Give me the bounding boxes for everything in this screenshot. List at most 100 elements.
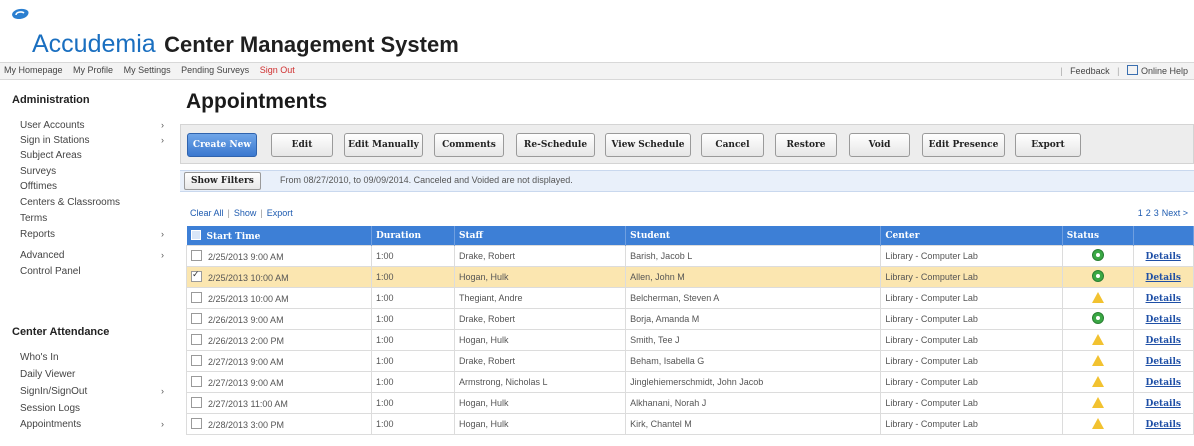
edit-presence-button[interactable]: Edit Presence xyxy=(922,133,1005,157)
cell-start-time: 2/27/2013 9:00 AM xyxy=(186,371,372,393)
sidebar-item-terms[interactable]: Terms xyxy=(20,213,170,224)
row-checkbox[interactable] xyxy=(191,355,202,366)
select-all-checkbox[interactable] xyxy=(190,229,201,240)
cell-student: Beham, Isabella G xyxy=(625,350,882,372)
col-staff[interactable]: Staff xyxy=(454,226,627,246)
row-checkbox[interactable] xyxy=(191,334,202,345)
row-checkbox[interactable] xyxy=(191,250,202,261)
nav-sign-out[interactable]: Sign Out xyxy=(260,65,295,75)
details-link[interactable]: Details xyxy=(1146,273,1181,283)
details-link[interactable]: Details xyxy=(1146,420,1181,430)
help-book-icon[interactable] xyxy=(1126,65,1138,75)
details-link[interactable]: Details xyxy=(1146,378,1181,388)
start-time-text: 2/28/2013 3:00 PM xyxy=(208,420,285,430)
table-row[interactable]: 2/27/2013 11:00 AM 1:00 Hogan, Hulk Alkhana… xyxy=(186,392,1194,414)
row-checkbox[interactable] xyxy=(191,313,202,324)
chevron-right-icon: › xyxy=(161,120,164,130)
sidebar-item-subject-areas[interactable]: Subject Areas xyxy=(20,150,170,161)
sidebar-item-control-panel[interactable]: Control Panel xyxy=(20,266,170,277)
col-start-time[interactable]: Start Time xyxy=(186,226,372,246)
table-row[interactable]: 2/25/2013 10:00 AM 1:00Hogan, HulkAllen, … xyxy=(186,266,1194,288)
sidebar-item-advanced[interactable]: Advanced › xyxy=(20,250,170,261)
cell-staff: Drake, Robert xyxy=(454,350,627,372)
sidebar-item-centers-classrooms[interactable]: Centers & Classrooms xyxy=(20,197,170,208)
col-duration[interactable]: Duration xyxy=(371,226,456,246)
page-3-link[interactable]: 3 xyxy=(1154,208,1159,218)
cell-student: Borja, Amanda M xyxy=(625,308,882,330)
details-link[interactable]: Details xyxy=(1146,336,1181,346)
edit-manually-button[interactable]: Edit Manually xyxy=(344,133,423,157)
cell-details: Details xyxy=(1132,308,1194,330)
nav-separator: | xyxy=(1060,66,1063,76)
details-link[interactable]: Details xyxy=(1146,252,1181,262)
export-link[interactable]: Export xyxy=(267,208,293,218)
sidebar-item-appointments[interactable]: Appointments › xyxy=(20,419,170,430)
row-checkbox[interactable] xyxy=(191,292,202,303)
cell-duration: 1:00 xyxy=(370,308,456,330)
sidebar-item-offtimes[interactable]: Offtimes xyxy=(20,181,170,192)
table-row[interactable]: 2/25/2013 9:00 AM 1:00 Drake, Robert Barish… xyxy=(186,245,1194,267)
page-2-link[interactable]: 2 xyxy=(1146,208,1151,218)
feedback-link[interactable]: Feedback xyxy=(1070,66,1110,76)
nav-my-profile[interactable]: My Profile xyxy=(73,65,113,75)
details-link[interactable]: Details xyxy=(1146,294,1181,304)
cell-center: Library - Computer Lab xyxy=(880,287,1063,309)
show-filters-button[interactable]: Show Filters xyxy=(184,172,261,190)
nav-my-settings[interactable]: My Settings xyxy=(124,65,171,75)
start-time-text: 2/27/2013 9:00 AM xyxy=(208,357,284,367)
sidebar-item-signin-signout[interactable]: SignIn/SignOut › xyxy=(20,386,170,397)
row-checkbox[interactable] xyxy=(191,376,202,387)
details-link[interactable]: Details xyxy=(1146,399,1181,409)
cell-duration: 1:00 xyxy=(370,371,456,393)
warning-icon xyxy=(1091,375,1104,387)
cancel-button[interactable]: Cancel xyxy=(701,133,764,157)
table-row[interactable]: 2/27/2013 9:00 AM 1:00 Armstrong, Nicholas… xyxy=(186,371,1194,393)
show-link[interactable]: Show xyxy=(234,208,257,218)
warning-icon xyxy=(1091,354,1104,366)
export-button[interactable]: Export xyxy=(1015,133,1081,157)
online-help-link[interactable]: Online Help xyxy=(1141,66,1188,76)
clear-all-link[interactable]: Clear All xyxy=(190,208,224,218)
next-page-link[interactable]: Next > xyxy=(1162,208,1188,218)
row-checkbox[interactable] xyxy=(191,269,202,282)
cell-center: Library - Computer Lab xyxy=(880,413,1063,435)
view-schedule-button[interactable]: View Schedule xyxy=(605,133,691,157)
sidebar-item-label: Advanced xyxy=(20,250,65,261)
col-center[interactable]: Center xyxy=(880,226,1063,246)
col-status[interactable]: Status xyxy=(1062,226,1134,246)
sidebar-heading-center-attendance: Center Attendance xyxy=(12,326,110,338)
nav-my-homepage[interactable]: My Homepage xyxy=(4,65,63,75)
row-checkbox[interactable] xyxy=(191,418,202,429)
table-row[interactable]: 2/27/2013 9:00 AM 1:00 Drake, Robert Beham,… xyxy=(186,350,1194,372)
table-row[interactable]: 2/26/2013 2:00 PM 1:00 Hogan, Hulk Smith, T… xyxy=(186,329,1194,351)
nav-pending-surveys[interactable]: Pending Surveys xyxy=(181,65,249,75)
reschedule-button[interactable]: Re-Schedule xyxy=(516,133,595,157)
create-new-button[interactable]: Create New xyxy=(187,133,257,157)
col-student[interactable]: Student xyxy=(625,226,882,246)
sidebar-item-user-accounts[interactable]: User Accounts › xyxy=(20,120,170,131)
sidebar-item-surveys[interactable]: Surveys xyxy=(20,166,170,177)
table-row[interactable]: 2/26/2013 9:00 AM 1:00 Drake, Robert Borja,… xyxy=(186,308,1194,330)
restore-button[interactable]: Restore xyxy=(775,133,837,157)
cell-staff: Hogan, Hulk xyxy=(454,266,627,288)
comments-button[interactable]: Comments xyxy=(434,133,504,157)
void-button[interactable]: Void xyxy=(849,133,910,157)
row-checkbox[interactable] xyxy=(191,397,202,408)
table-row[interactable]: 2/25/2013 10:00 AM 1:00 Thegiant, Andre Bel… xyxy=(186,287,1194,309)
cell-student: Belcherman, Steven A xyxy=(625,287,882,309)
sidebar-item-label: Daily Viewer xyxy=(20,369,76,380)
cell-staff: Hogan, Hulk xyxy=(454,392,627,414)
cell-status xyxy=(1061,287,1134,309)
sidebar-item-session-logs[interactable]: Session Logs xyxy=(20,403,170,414)
sidebar-item-daily-viewer[interactable]: Daily Viewer xyxy=(20,369,170,380)
table-row[interactable]: 2/28/2013 3:00 PM 1:00 Hogan, Hulk Kirk, Ch… xyxy=(186,413,1194,435)
sidebar-item-sign-in-stations[interactable]: Sign in Stations › xyxy=(20,135,170,146)
cell-duration: 1:00 xyxy=(370,392,456,414)
details-link[interactable]: Details xyxy=(1146,357,1181,367)
edit-button[interactable]: Edit xyxy=(271,133,333,157)
cell-status xyxy=(1061,266,1134,288)
sidebar-item-reports[interactable]: Reports › xyxy=(20,229,170,240)
page-1-link[interactable]: 1 xyxy=(1138,208,1143,218)
sidebar-item-whos-in[interactable]: Who's In xyxy=(20,352,170,363)
details-link[interactable]: Details xyxy=(1146,315,1181,325)
